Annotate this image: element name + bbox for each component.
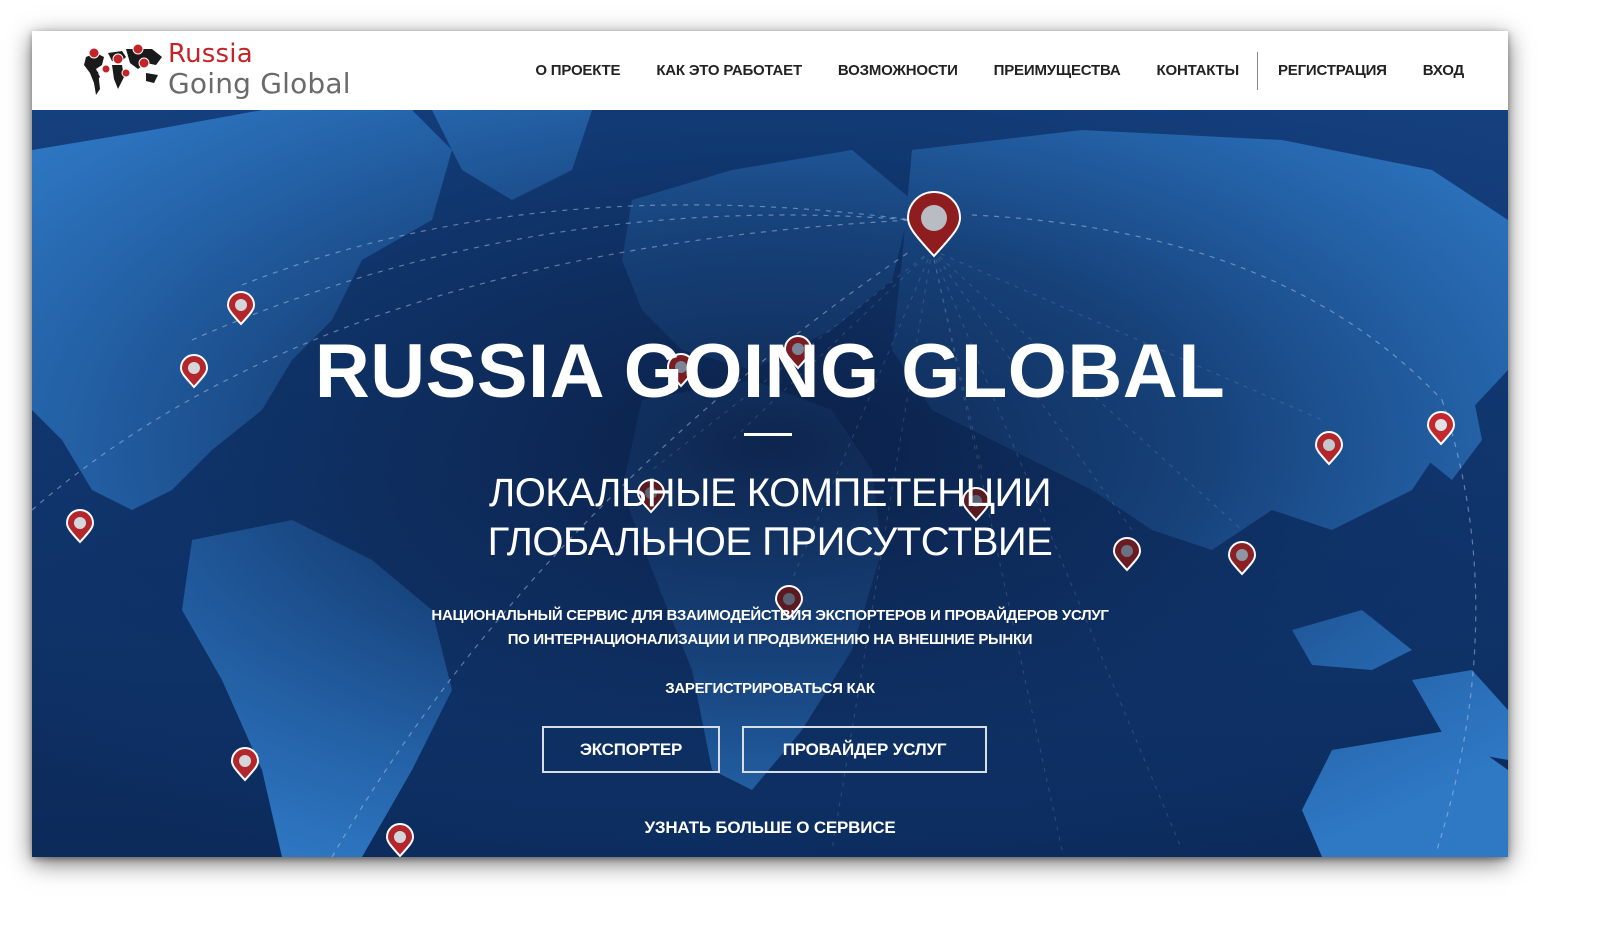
logo-text-russia: Russia (168, 39, 253, 69)
nav-item-features[interactable]: ВОЗМОЖНОСТИ (838, 62, 958, 79)
nav-item-advantages[interactable]: ПРЕИМУЩЕСТВА (994, 62, 1121, 79)
site-logo[interactable]: Russia Going Global (82, 39, 382, 105)
site-header: Russia Going Global О ПРОЕКТЕ КАК ЭТО РА… (32, 31, 1508, 110)
nav-item-about[interactable]: О ПРОЕКТЕ (535, 62, 620, 79)
hero-description-line1: НАЦИОНАЛЬНЫЙ СЕРВИС ДЛЯ ВЗАИМОДЕЙСТВИЯ Э… (431, 607, 1109, 624)
register-provider-button[interactable]: ПРОВАЙДЕР УСЛУГ (742, 726, 987, 773)
nav-item-login[interactable]: ВХОД (1423, 62, 1464, 79)
logo-text-going-global: Going Global (168, 67, 351, 100)
nav-item-contacts[interactable]: КОНТАКТЫ (1157, 62, 1240, 79)
hero-description-line2: ПО ИНТЕРНАЦИОНАЛИЗАЦИИ И ПРОДВИЖЕНИЮ НА … (507, 631, 1033, 648)
learn-more-link[interactable]: УЗНАТЬ БОЛЬШЕ О СЕРВИСЕ (32, 818, 1508, 838)
world-map-pins-icon (84, 43, 162, 95)
browser-viewport: Russia Going Global О ПРОЕКТЕ КАК ЭТО РА… (32, 31, 1508, 857)
main-nav: О ПРОЕКТЕ КАК ЭТО РАБОТАЕТ ВОЗМОЖНОСТИ П… (499, 31, 1464, 110)
hero-subtitle-line2: ГЛОБАЛЬНОЕ ПРИСУТСТВИЕ (487, 520, 1053, 564)
register-as-label: ЗАРЕГИСТРИРОВАТЬСЯ КАК (665, 680, 875, 697)
register-exporter-button[interactable]: ЭКСПОРТЕР (542, 726, 720, 773)
nav-item-register[interactable]: РЕГИСТРАЦИЯ (1278, 62, 1387, 79)
nav-item-how-it-works[interactable]: КАК ЭТО РАБОТАЕТ (656, 62, 802, 79)
nav-divider (1257, 51, 1258, 90)
hero-divider (744, 433, 792, 436)
hero-title: RUSSIA GOING GLOBAL (314, 329, 1226, 414)
hero-subtitle-line1: ЛОКАЛЬНЫЕ КОМПЕТЕНЦИИ (488, 471, 1052, 515)
hero-section: RUSSIA GOING GLOBAL ЛОКАЛЬНЫЕ КОМПЕТЕНЦИ… (32, 110, 1508, 857)
